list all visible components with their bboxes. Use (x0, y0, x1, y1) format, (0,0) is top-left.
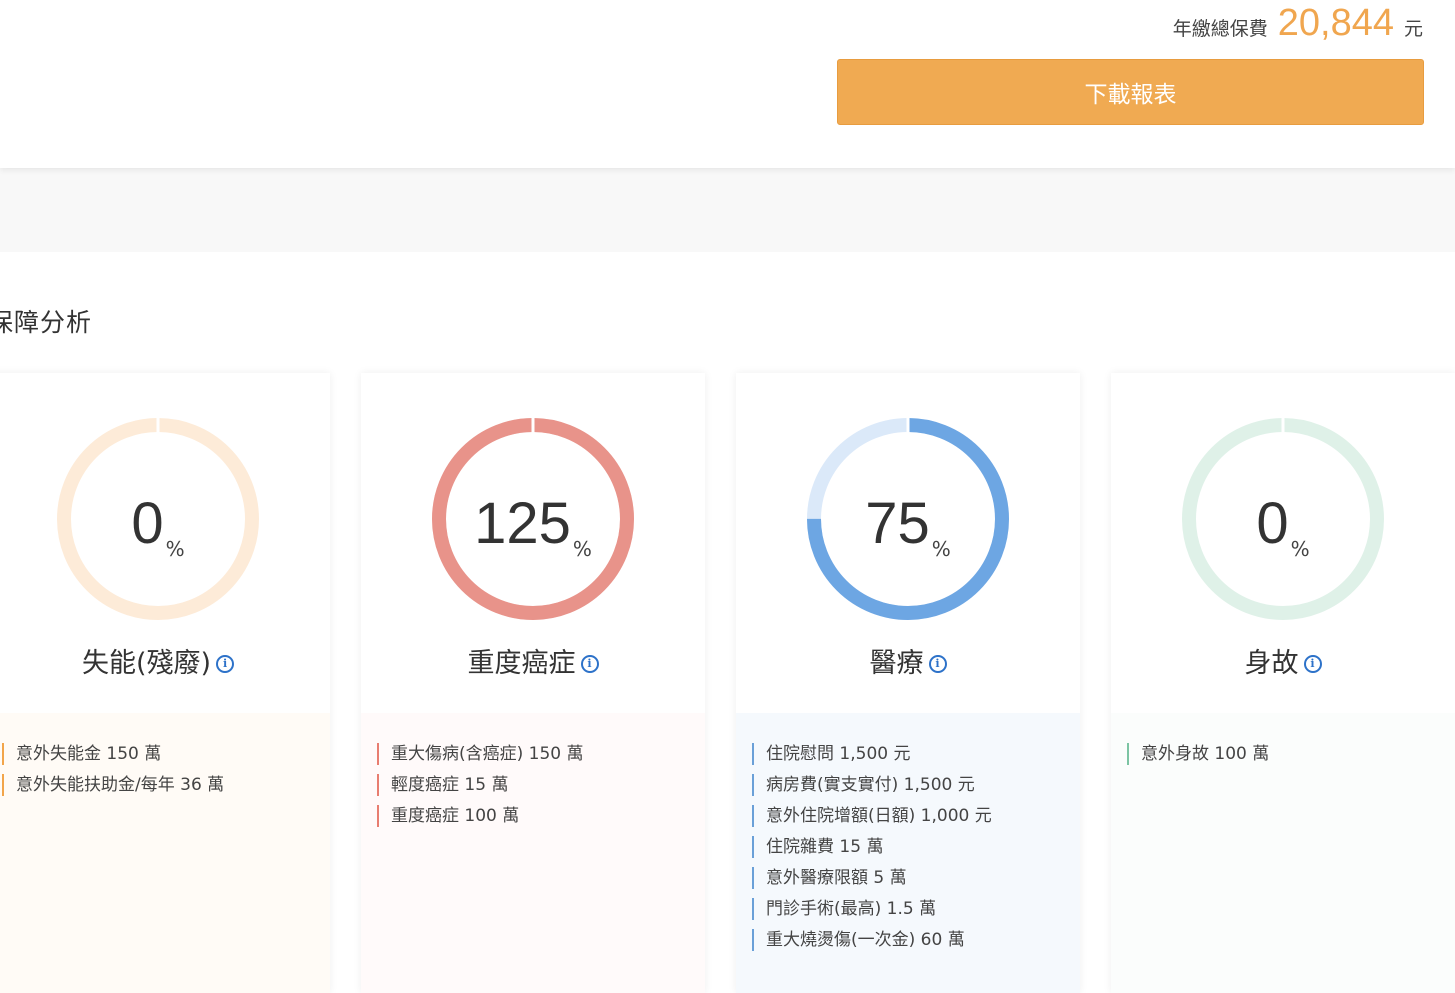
coverage-percent-value: 75 (865, 491, 930, 556)
card-title: 身故 i (1111, 641, 1455, 680)
coverage-percent-value: 0 (131, 491, 164, 556)
card-title-label: 失能(殘廢) (81, 648, 212, 679)
section-title: 保障分析 (0, 308, 93, 337)
list-item: 意外失能金 150 萬 (2, 743, 330, 765)
list-item: 住院雜費 15 萬 (752, 836, 1080, 858)
list-item: 意外住院增額(日額) 1,000 元 (752, 805, 1080, 827)
percent-sign: % (931, 537, 951, 561)
summary-panel: 年繳總保費 20,844 元 下載報表 (0, 0, 1455, 168)
card-title-label: 身故 (1244, 648, 1299, 679)
donut-label: 75% (804, 415, 1012, 623)
donut-label: 0% (1179, 415, 1387, 623)
download-report-button[interactable]: 下載報表 (837, 59, 1424, 125)
card-summary: 75% 醫療 i (736, 373, 1080, 713)
coverage-card: 0% 身故 i 意外身故 100 萬 (1111, 373, 1455, 993)
coverage-donut: 0% (54, 415, 262, 623)
donut-label: 125% (429, 415, 637, 623)
coverage-percent-value: 0 (1256, 491, 1289, 556)
list-item: 重度癌症 100 萬 (377, 805, 705, 827)
coverage-donut: 125% (429, 415, 637, 623)
list-item: 意外失能扶助金/每年 36 萬 (2, 774, 330, 796)
coverage-card: 125% 重度癌症 i 重大傷病(含癌症) 150 萬輕度癌症 15 萬重度癌症 10… (361, 373, 705, 993)
coverage-card: 75% 醫療 i 住院慰問 1,500 元病房費(實支實付) 1,500 元意外住院增… (736, 373, 1080, 993)
total-premium-value: 20,844 (1277, 2, 1394, 44)
coverage-percent-value: 125 (474, 491, 571, 556)
list-item: 門診手術(最高) 1.5 萬 (752, 898, 1080, 920)
section-divider-band (0, 168, 1455, 252)
donut-label: 0% (54, 415, 262, 623)
info-icon[interactable]: i (216, 654, 235, 673)
list-item: 重大傷病(含癌症) 150 萬 (377, 743, 705, 765)
info-icon[interactable]: i (580, 654, 599, 673)
coverage-items-list: 意外失能金 150 萬意外失能扶助金/每年 36 萬 (0, 713, 330, 993)
card-title: 失能(殘廢) i (0, 641, 330, 680)
card-summary: 0% 身故 i (1111, 373, 1455, 713)
card-summary: 125% 重度癌症 i (361, 373, 705, 713)
list-item: 輕度癌症 15 萬 (377, 774, 705, 796)
coverage-donut: 75% (804, 415, 1012, 623)
list-item: 病房費(實支實付) 1,500 元 (752, 774, 1080, 796)
percent-sign: % (1290, 537, 1310, 561)
coverage-donut: 0% (1179, 415, 1387, 623)
card-title: 醫療 i (736, 641, 1080, 680)
coverage-card: 0% 失能(殘廢) i 意外失能金 150 萬意外失能扶助金/每年 36 萬 (0, 373, 330, 993)
list-item: 重大燒燙傷(一次金) 60 萬 (752, 929, 1080, 951)
coverage-items-list: 住院慰問 1,500 元病房費(實支實付) 1,500 元意外住院增額(日額) … (736, 713, 1080, 993)
info-icon[interactable]: i (928, 654, 947, 673)
list-item: 住院慰問 1,500 元 (752, 743, 1080, 765)
total-premium-unit: 元 (1403, 18, 1423, 40)
card-title-label: 重度癌症 (467, 648, 576, 679)
coverage-items-list: 重大傷病(含癌症) 150 萬輕度癌症 15 萬重度癌症 100 萬 (361, 713, 705, 993)
card-summary: 0% 失能(殘廢) i (0, 373, 330, 713)
list-item: 意外醫療限額 5 萬 (752, 867, 1080, 889)
card-title-label: 醫療 (869, 648, 924, 679)
total-premium: 年繳總保費 20,844 元 (1173, 0, 1423, 50)
info-icon[interactable]: i (1303, 654, 1322, 673)
percent-sign: % (572, 537, 592, 561)
card-title: 重度癌症 i (361, 641, 705, 680)
percent-sign: % (165, 537, 185, 561)
total-premium-label: 年繳總保費 (1172, 18, 1268, 40)
coverage-items-list: 意外身故 100 萬 (1111, 713, 1455, 993)
list-item: 意外身故 100 萬 (1127, 743, 1455, 765)
